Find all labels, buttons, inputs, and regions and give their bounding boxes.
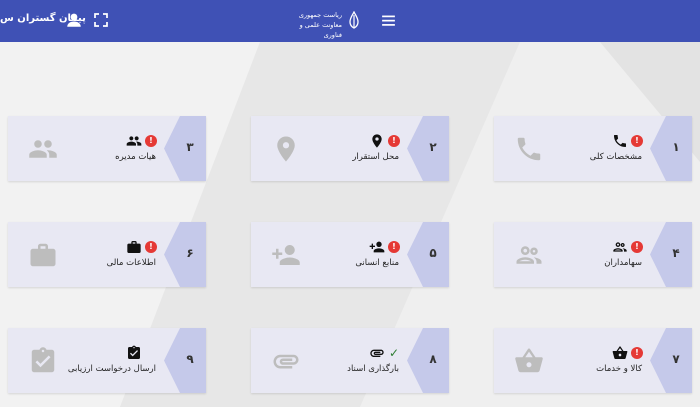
top-app-bar: پیمان گستران س ریاست جمهوری معاونت علمی … <box>0 0 700 42</box>
check-badge: ✓ <box>388 346 400 360</box>
section-title: بارگذاری اسناد <box>347 364 399 374</box>
person-icon[interactable] <box>65 11 83 29</box>
org-line-1: ریاست جمهوری <box>298 11 342 19</box>
organization-name: ریاست جمهوری معاونت علمی و فناوری <box>280 10 342 40</box>
section-card[interactable]: ۵ منابع انسانی ! <box>251 222 449 287</box>
clipboard-check-icon <box>31 347 55 373</box>
location-pin-icon <box>277 136 295 162</box>
step-number: ۵ <box>429 246 437 260</box>
alert-badge: ! <box>388 135 400 147</box>
people-icon <box>29 140 57 158</box>
phone-icon <box>614 135 626 147</box>
clipboard-check-icon <box>128 345 140 359</box>
alert-badge: ! <box>631 135 643 147</box>
step-number: ۶ <box>186 246 194 260</box>
alert-badge: ! <box>631 347 643 359</box>
attachment-icon <box>273 354 299 369</box>
alert-badge: ! <box>631 241 643 253</box>
section-card[interactable]: ۱ مشخصات کلی ! <box>494 116 692 181</box>
section-title: ارسال درخواست ارزیابی <box>67 364 156 374</box>
basket-icon <box>612 346 628 359</box>
alert-badge: ! <box>145 241 157 253</box>
section-title: هیات مدیره <box>115 152 156 162</box>
section-card[interactable]: ۷ کالا و خدمات ! <box>494 328 692 393</box>
step-number: ۴ <box>672 246 680 260</box>
hamburger-menu-icon[interactable] <box>380 12 397 29</box>
basket-icon <box>515 348 543 373</box>
briefcase-icon <box>30 243 56 267</box>
location-pin-icon <box>372 134 382 148</box>
attachment-icon <box>370 349 384 357</box>
section-title: کالا و خدمات <box>596 364 642 374</box>
section-card[interactable]: ۳ هیات مدیره ! <box>8 116 206 181</box>
shareholders-icon <box>613 242 627 252</box>
section-card[interactable]: ۴ سهامداران ! <box>494 222 692 287</box>
briefcase-icon <box>127 241 141 253</box>
section-card[interactable]: ۸ بارگذاری اسناد ✓ <box>251 328 449 393</box>
people-icon <box>126 136 142 146</box>
fullscreen-icon[interactable] <box>93 12 109 28</box>
section-card[interactable]: ۹ ارسال درخواست ارزیابی <box>8 328 206 393</box>
step-number: ۹ <box>186 352 194 366</box>
section-card[interactable]: ۲ محل استقرار ! <box>251 116 449 181</box>
section-title: اطلاعات مالی <box>106 258 156 268</box>
section-title: محل استقرار <box>352 152 399 162</box>
alert-badge: ! <box>388 241 400 253</box>
add-person-icon <box>369 241 385 253</box>
add-person-icon <box>272 245 300 265</box>
step-number: ۳ <box>186 140 194 154</box>
section-title: سهامداران <box>604 258 642 268</box>
phone-icon <box>517 137 541 161</box>
step-number: ۸ <box>429 352 437 366</box>
section-card[interactable]: ۶ اطلاعات مالی ! <box>8 222 206 287</box>
section-title: منابع انسانی <box>355 258 399 268</box>
section-title: مشخصات کلی <box>589 152 642 162</box>
iran-emblem-icon <box>349 11 359 29</box>
org-line-2: معاونت علمی و فناوری <box>299 21 342 39</box>
alert-badge: ! <box>145 135 157 147</box>
step-number: ۱ <box>672 140 680 154</box>
step-number: ۷ <box>672 352 680 366</box>
step-number: ۲ <box>429 140 437 154</box>
shareholders-icon <box>516 246 542 264</box>
